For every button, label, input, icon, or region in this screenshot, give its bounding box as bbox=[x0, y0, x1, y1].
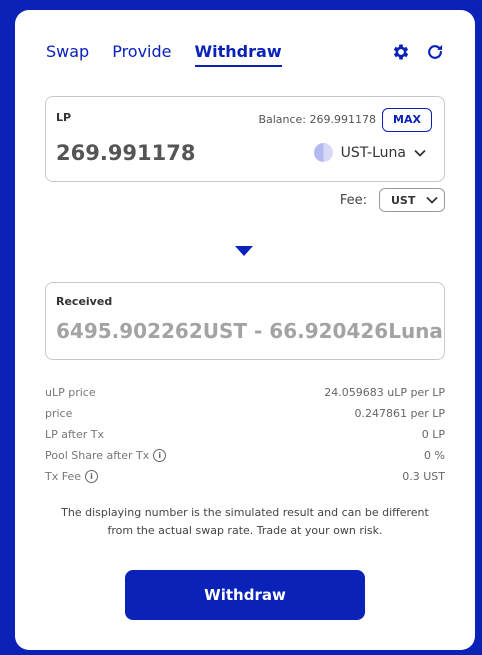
stat-label-wrap: Tx Fee i bbox=[45, 470, 98, 483]
stats-list: uLP price 24.059683 uLP per LP price 0.2… bbox=[45, 382, 445, 487]
gear-icon[interactable] bbox=[391, 42, 411, 62]
chevron-down-icon bbox=[414, 149, 426, 157]
stat-row: LP after Tx 0 LP bbox=[45, 424, 445, 445]
received-value: 6495.902262UST - 66.920426Luna bbox=[56, 319, 443, 343]
fee-label: Fee: bbox=[339, 192, 367, 208]
max-button[interactable]: MAX bbox=[382, 108, 432, 132]
stat-label: LP after Tx bbox=[45, 428, 105, 441]
lp-input-box: LP Balance: 269.991178 MAX 269.991178 US… bbox=[45, 96, 445, 182]
lp-label: LP bbox=[56, 111, 72, 124]
disclaimer-text: The displaying number is the simulated r… bbox=[61, 506, 429, 537]
arrow-down-icon bbox=[235, 246, 253, 256]
stat-label: price bbox=[45, 407, 73, 420]
stat-value: 0 % bbox=[424, 449, 445, 462]
refresh-icon[interactable] bbox=[425, 42, 445, 62]
stat-value: 0.3 UST bbox=[402, 470, 445, 483]
tab-bar: Swap Provide Withdraw bbox=[46, 42, 282, 67]
token-selector[interactable]: UST-Luna bbox=[313, 143, 426, 162]
token-name: UST-Luna bbox=[340, 144, 406, 161]
stat-value: 24.059683 uLP per LP bbox=[324, 386, 445, 399]
received-label: Received bbox=[56, 295, 113, 308]
lp-amount-input[interactable]: 269.991178 bbox=[56, 141, 195, 165]
info-icon[interactable]: i bbox=[153, 449, 167, 462]
fee-row: Fee: UST bbox=[340, 188, 445, 212]
stat-row: Tx Fee i 0.3 UST bbox=[45, 466, 445, 487]
fee-selected-value: UST bbox=[391, 193, 416, 207]
token-logo-icon bbox=[313, 143, 333, 162]
tab-provide[interactable]: Provide bbox=[112, 42, 171, 67]
withdraw-card: Swap Provide Withdraw LP Balance: 269.99… bbox=[15, 10, 475, 650]
chevron-down-icon bbox=[426, 196, 438, 204]
stat-label: Pool Share after Tx bbox=[45, 449, 150, 462]
info-icon[interactable]: i bbox=[85, 470, 98, 483]
tab-swap[interactable]: Swap bbox=[46, 42, 89, 67]
stat-value: 0 LP bbox=[421, 428, 445, 441]
stat-value: 0.247861 per LP bbox=[354, 407, 445, 420]
fee-select[interactable]: UST bbox=[379, 188, 445, 212]
stat-label: uLP price bbox=[45, 386, 96, 399]
withdraw-button[interactable]: Withdraw bbox=[125, 570, 365, 620]
tab-withdraw[interactable]: Withdraw bbox=[194, 42, 282, 67]
stat-row: uLP price 24.059683 uLP per LP bbox=[45, 382, 445, 403]
header-icons bbox=[391, 42, 445, 62]
stat-label: Tx Fee bbox=[45, 470, 81, 483]
stat-label-wrap: Pool Share after Tx i bbox=[45, 449, 167, 462]
stat-row: price 0.247861 per LP bbox=[45, 403, 445, 424]
balance-text: Balance: 269.991178 bbox=[258, 113, 376, 126]
received-box: Received 6495.902262UST - 66.920426Luna bbox=[45, 282, 445, 360]
stat-row: Pool Share after Tx i 0 % bbox=[45, 445, 445, 466]
